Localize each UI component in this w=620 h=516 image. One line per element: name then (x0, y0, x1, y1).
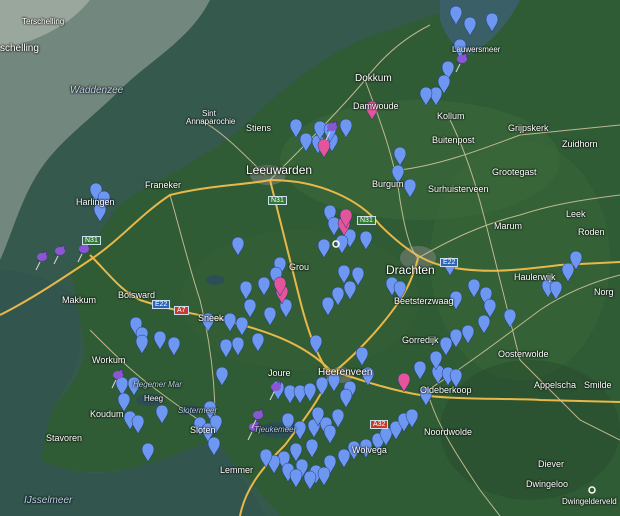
label-terschelling: Terschelling (22, 17, 65, 26)
label-roden: Roden (578, 227, 605, 237)
label-drachten: Drachten (386, 263, 435, 277)
road-shield-n31c: N31 (357, 216, 376, 225)
label-hegemer-mar: Hegemer Mar (133, 380, 182, 389)
label-dwingeloo: Dwingeloo (526, 479, 569, 489)
label-noordwolde: Noordwolde (424, 427, 473, 437)
label-marum: Marum (494, 221, 523, 231)
label-norg: Norg (594, 287, 614, 297)
label-heerenveen: Heerenveen (318, 367, 373, 378)
label-beetsterzwaag: Beetsterzwaag (394, 296, 454, 306)
label-bolsward: Bolsward (118, 290, 156, 300)
label-stiens: Stiens (246, 123, 272, 133)
label-franeker: Franeker (145, 180, 182, 190)
label-annaparochie: Annaparochie (186, 117, 236, 126)
label-leek: Leek (566, 209, 586, 219)
label-heeg: Heeg (144, 394, 164, 403)
road-shield-n31b: N31 (268, 196, 287, 205)
label-dwingelderveld: Dwingelderveld (562, 497, 617, 506)
label-lemmer: Lemmer (220, 465, 254, 475)
label-buitenpost: Buitenpost (432, 135, 475, 145)
label-surhuisterveen: Surhuisterveen (428, 184, 489, 194)
label-dokkum: Dokkum (355, 73, 392, 84)
road-shield-n31: N31 (82, 236, 101, 245)
label-haulerwijk: Haulerwijk (514, 272, 556, 282)
label-diever: Diever (538, 459, 565, 469)
label-workum: Workum (92, 355, 126, 365)
label-smilde: Smilde (584, 380, 612, 390)
label-zuidhorn: Zuidhorn (562, 139, 598, 149)
label-slotermeer: Slotermeer (178, 406, 218, 415)
label-lauwersmeer: Lauwersmeer (452, 45, 501, 54)
label-oldeberkoop: Oldeberkoop (420, 385, 472, 395)
road-shield-e22b: E22 (440, 258, 459, 267)
label-leeuwarden: Leeuwarden (246, 163, 313, 177)
label-koudum: Koudum (90, 409, 124, 419)
label-schelling: schelling (0, 43, 39, 54)
road-shield-a32: A32 (370, 420, 389, 429)
map-view[interactable]: N31 N31 N31 A7 E22 E22 A32 Terschelling … (0, 0, 620, 516)
label-damwoude: Damwoude (353, 101, 399, 111)
road-shield-e22: E22 (152, 300, 171, 309)
label-sloten: Sloten (190, 425, 216, 435)
label-tjeukemeer: Tjeukemeer (254, 425, 297, 434)
label-waddenzee: Waddenzee (70, 85, 124, 96)
label-sneek: Sneek (198, 313, 224, 323)
label-grootegast: Grootegast (492, 167, 537, 177)
map-canvas[interactable] (0, 0, 620, 516)
label-appelscha: Appelscha (534, 380, 577, 390)
label-joure: Joure (268, 368, 291, 378)
label-grijpskerk: Grijpskerk (508, 123, 549, 133)
label-stavoren: Stavoren (46, 433, 83, 443)
label-oosterwolde: Oosterwolde (498, 349, 549, 359)
lake (206, 275, 224, 285)
label-burgum: Burgum (372, 179, 404, 189)
label-grou: Grou (289, 262, 310, 272)
label-harlingen: Harlingen (76, 197, 115, 207)
label-ijsselmeer: IJsselmeer (24, 495, 73, 506)
label-makkum: Makkum (62, 295, 97, 305)
label-kollum: Kollum (437, 111, 465, 121)
road-shield-a7: A7 (174, 306, 189, 315)
label-wolvega: Wolvega (352, 445, 387, 455)
label-gorredijk: Gorredijk (402, 335, 439, 345)
